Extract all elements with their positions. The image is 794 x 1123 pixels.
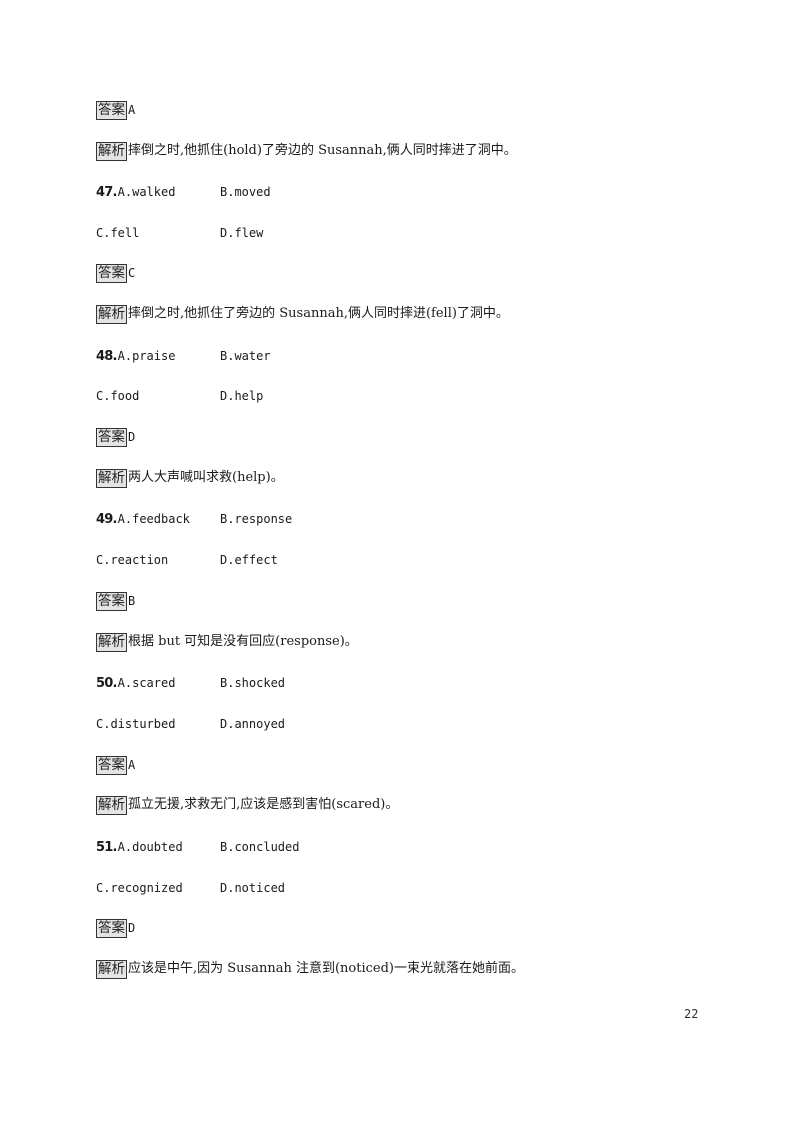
answer-line: 答案 A bbox=[96, 755, 135, 775]
question-50-options-row-1: 50.A.scared B.shocked bbox=[96, 673, 596, 693]
question-48-option-a: 48.A.praise bbox=[96, 349, 176, 364]
question-51-option-d: D.noticed bbox=[220, 881, 286, 895]
question-48-options-row-1: 48.A.praise B.water bbox=[96, 346, 596, 366]
question-49-options-row-2: C.reaction D.effect bbox=[96, 550, 596, 570]
question-number: 51. bbox=[96, 840, 117, 855]
question-51-option-b: B.concluded bbox=[220, 840, 300, 854]
question-50-option-d: D.annoyed bbox=[220, 717, 286, 731]
question-47-options-row-2: C.fell D.flew bbox=[96, 223, 596, 243]
explanation-text: 摔倒之时,他抓住(hold)了旁边的 Susannah,俩人同时摔进了洞中。 bbox=[128, 143, 517, 158]
answer-line: 答案 C bbox=[96, 263, 135, 283]
explanation-line: 解析 应该是中午,因为 Susannah 注意到(noticed)一束光就落在她前… bbox=[96, 959, 524, 979]
question-number: 47. bbox=[96, 185, 117, 200]
question-47-option-c: C.fell bbox=[96, 226, 140, 240]
explanation-label: 解析 bbox=[96, 468, 127, 488]
question-49-option-d: D.effect bbox=[220, 553, 278, 567]
answer-label: 答案 bbox=[96, 263, 127, 283]
explanation-text: 孤立无援,求救无门,应该是感到害怕(scared)。 bbox=[128, 797, 399, 812]
question-49-option-b: B.response bbox=[220, 512, 293, 526]
answer-value: C bbox=[128, 266, 136, 280]
question-50-options-row-2: C.disturbed D.annoyed bbox=[96, 714, 596, 734]
explanation-line: 解析 根据 but 可知是没有回应(response)。 bbox=[96, 632, 358, 652]
answer-value: D bbox=[128, 430, 136, 444]
question-48-option-d: D.help bbox=[220, 389, 264, 403]
question-48-option-b: B.water bbox=[220, 349, 271, 363]
answer-line: 答案 D bbox=[96, 427, 135, 447]
question-number: 50. bbox=[96, 676, 117, 691]
question-51-option-a: 51.A.doubted bbox=[96, 840, 183, 855]
answer-label: 答案 bbox=[96, 918, 127, 938]
question-47-option-a: 47.A.walked bbox=[96, 185, 176, 200]
question-48-options-row-2: C.food D.help bbox=[96, 386, 596, 406]
question-50-option-b: B.shocked bbox=[220, 676, 286, 690]
question-50-option-c: C.disturbed bbox=[96, 717, 176, 731]
explanation-label: 解析 bbox=[96, 959, 127, 979]
answer-line: 答案 B bbox=[96, 591, 135, 611]
question-47-option-d: D.flew bbox=[220, 226, 264, 240]
answer-label: 答案 bbox=[96, 755, 127, 775]
question-number: 48. bbox=[96, 349, 117, 364]
explanation-label: 解析 bbox=[96, 141, 127, 161]
explanation-text: 应该是中午,因为 Susannah 注意到(noticed)一束光就落在她前面。 bbox=[128, 961, 524, 976]
question-49-option-c: C.reaction bbox=[96, 553, 169, 567]
explanation-label: 解析 bbox=[96, 304, 127, 324]
page-number: 22 bbox=[684, 1007, 699, 1021]
answer-label: 答案 bbox=[96, 100, 127, 120]
question-48-option-c: C.food bbox=[96, 389, 140, 403]
answer-label: 答案 bbox=[96, 591, 127, 611]
answer-value: B bbox=[128, 594, 136, 608]
explanation-line: 解析 摔倒之时,他抓住了旁边的 Susannah,俩人同时摔进(fell)了洞中。 bbox=[96, 304, 509, 324]
question-50-option-a: 50.A.scared bbox=[96, 676, 176, 691]
question-51-options-row-1: 51.A.doubted B.concluded bbox=[96, 837, 596, 857]
question-49-option-a: 49.A.feedback bbox=[96, 512, 190, 527]
answer-line: 答案 A bbox=[96, 100, 135, 120]
question-number: 49. bbox=[96, 512, 117, 527]
question-47-options-row-1: 47.A.walked B.moved bbox=[96, 182, 596, 202]
explanation-label: 解析 bbox=[96, 632, 127, 652]
explanation-text: 根据 but 可知是没有回应(response)。 bbox=[128, 634, 358, 649]
question-51-options-row-2: C.recognized D.noticed bbox=[96, 878, 596, 898]
question-51-option-c: C.recognized bbox=[96, 881, 183, 895]
question-47-option-b: B.moved bbox=[220, 185, 271, 199]
answer-line: 答案 D bbox=[96, 918, 135, 938]
explanation-text: 摔倒之时,他抓住了旁边的 Susannah,俩人同时摔进(fell)了洞中。 bbox=[128, 306, 509, 321]
explanation-line: 解析 摔倒之时,他抓住(hold)了旁边的 Susannah,俩人同时摔进了洞中。 bbox=[96, 141, 517, 161]
document-page: 答案 A 解析 摔倒之时,他抓住(hold)了旁边的 Susannah,俩人同时摔进… bbox=[0, 0, 794, 1123]
answer-value: D bbox=[128, 921, 136, 935]
explanation-label: 解析 bbox=[96, 795, 127, 815]
answer-value: A bbox=[128, 103, 136, 117]
explanation-text: 两人大声喊叫求救(help)。 bbox=[128, 470, 284, 485]
question-49-options-row-1: 49.A.feedback B.response bbox=[96, 509, 596, 529]
answer-value: A bbox=[128, 758, 136, 772]
explanation-line: 解析 两人大声喊叫求救(help)。 bbox=[96, 468, 284, 488]
answer-label: 答案 bbox=[96, 427, 127, 447]
explanation-line: 解析 孤立无援,求救无门,应该是感到害怕(scared)。 bbox=[96, 795, 398, 815]
